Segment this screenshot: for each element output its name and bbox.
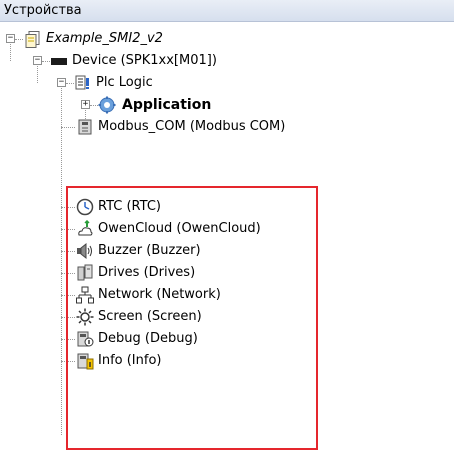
device-icon [51,58,67,65]
tree-item-label: Device (SPK1xx[M01]) [72,53,217,68]
highlight-rectangle [66,186,318,450]
collapse-toggle[interactable]: − [33,56,42,65]
tree-item-application[interactable]: + Application [0,94,454,116]
plc-logic-icon [75,75,89,90]
module-icon [78,119,92,135]
tree-item-label: Plc Logic [96,75,153,90]
devices-panel-header: Устройства [0,0,454,22]
gear-icon [98,96,116,114]
panel-title: Устройства [4,3,82,18]
collapse-toggle[interactable]: − [6,34,15,43]
tree-item-device[interactable]: − Device (SPK1xx[M01]) [0,50,454,72]
project-icon [25,31,40,48]
collapse-toggle[interactable]: − [57,78,66,87]
tree-item-label: Modbus_COM (Modbus COM) [98,119,286,134]
tree-item-label: Example_SMI2_v2 [46,31,163,46]
expand-toggle[interactable]: + [81,100,90,109]
tree-item-modbus-com[interactable]: Modbus_COM (Modbus COM) [0,116,454,138]
tree-item-project[interactable]: − Example_SMI2_v2 [0,28,454,50]
tree-item-label: Application [122,97,212,113]
tree-item-plc-logic[interactable]: − Plc Logic [0,72,454,94]
